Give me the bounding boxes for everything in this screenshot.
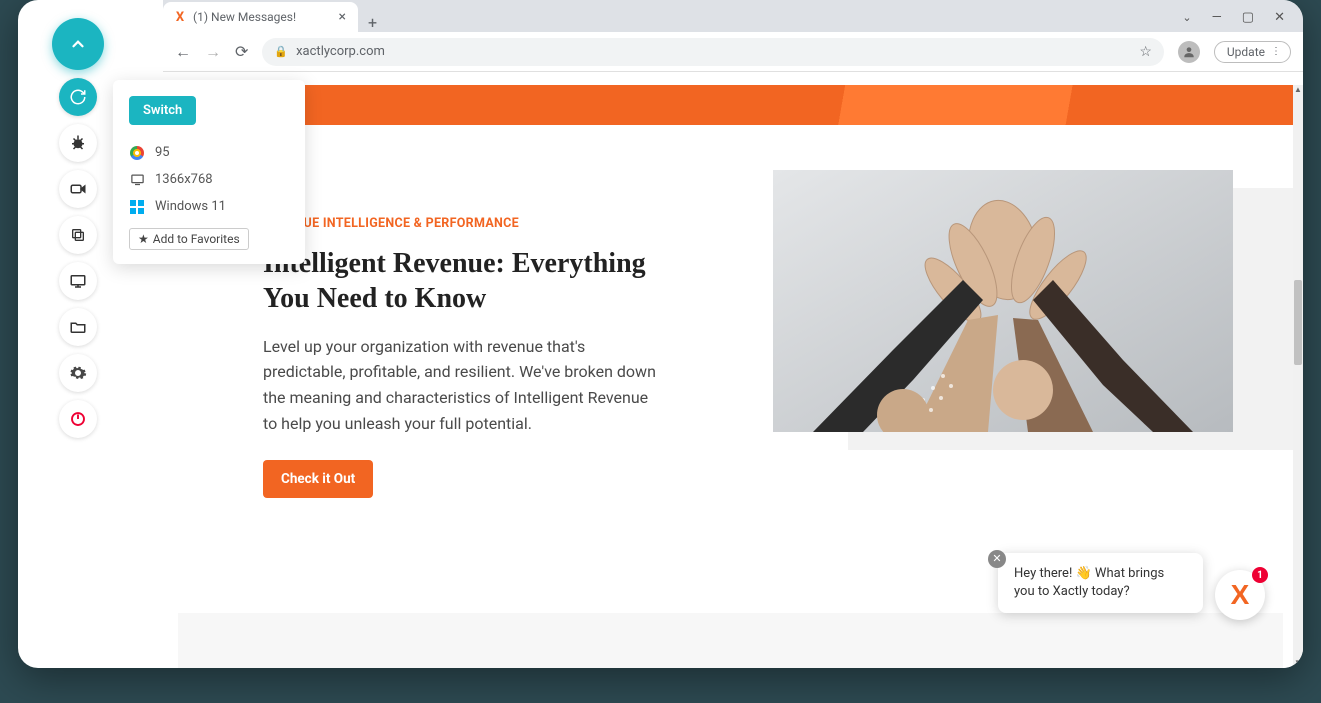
favorites-label: Add to Favorites bbox=[153, 232, 240, 246]
copy-button[interactable] bbox=[59, 216, 97, 254]
star-icon: ★ bbox=[138, 232, 149, 246]
os-row: Windows 11 bbox=[129, 193, 289, 220]
url-input[interactable]: 🔒 xactlycorp.com ☆ bbox=[262, 38, 1163, 66]
scroll-thumb[interactable] bbox=[1294, 280, 1302, 365]
cta-label: Check it Out bbox=[281, 471, 355, 487]
minimize-icon[interactable]: ― bbox=[1212, 10, 1222, 25]
content-section: REVENUE INTELLIGENCE & PERFORMANCE Intel… bbox=[163, 125, 1293, 538]
browser-viewport: REVENUE INTELLIGENCE & PERFORMANCE Intel… bbox=[163, 72, 1303, 668]
stop-session-button[interactable] bbox=[59, 400, 97, 438]
profile-avatar-icon[interactable] bbox=[1178, 41, 1200, 63]
url-text: xactlycorp.com bbox=[296, 44, 385, 59]
copy-block: REVENUE INTELLIGENCE & PERFORMANCE Intel… bbox=[263, 215, 663, 498]
webpage: REVENUE INTELLIGENCE & PERFORMANCE Intel… bbox=[163, 85, 1293, 668]
body-text: Level up your organization with revenue … bbox=[263, 334, 663, 436]
tool-sidebar bbox=[48, 18, 108, 438]
hero-banner bbox=[163, 85, 1293, 125]
tab-title: (1) New Messages! bbox=[193, 10, 337, 24]
app-frame: X (1) New Messages! × + ⌄ ― ▢ ✕ ← → ⟳ 🔒 … bbox=[18, 0, 1303, 668]
maximize-icon[interactable]: ▢ bbox=[1242, 10, 1254, 25]
chat-launcher-button[interactable]: X 1 bbox=[1215, 570, 1265, 620]
scroll-down-icon[interactable]: ▼ bbox=[1293, 658, 1303, 668]
feature-image bbox=[773, 170, 1233, 432]
update-button[interactable]: Update ⋮ bbox=[1214, 41, 1291, 63]
browser-info-row: 95 bbox=[129, 139, 289, 166]
display-button[interactable] bbox=[59, 262, 97, 300]
chat-close-icon[interactable]: ✕ bbox=[988, 550, 1006, 568]
lock-icon: 🔒 bbox=[274, 45, 288, 58]
menu-kebab-icon: ⋮ bbox=[1271, 50, 1280, 54]
scroll-up-icon[interactable]: ▲ bbox=[1293, 85, 1303, 95]
browser-tabbar: X (1) New Messages! × + ⌄ ― ▢ ✕ bbox=[163, 0, 1303, 32]
browser-addressbar: ← → ⟳ 🔒 xactlycorp.com ☆ Update ⋮ bbox=[163, 32, 1303, 72]
chrome-icon bbox=[129, 146, 145, 160]
close-window-icon[interactable]: ✕ bbox=[1274, 10, 1285, 25]
image-photo bbox=[773, 170, 1233, 432]
session-info-popover: Switch 95 1366x768 Windows 11 ★ Add to F… bbox=[113, 80, 305, 264]
monitor-icon bbox=[129, 172, 145, 187]
resolution-text: 1366x768 bbox=[155, 172, 213, 187]
switch-button[interactable]: Switch bbox=[129, 96, 196, 125]
bookmark-star-icon[interactable]: ☆ bbox=[1139, 44, 1152, 60]
tab-close-icon[interactable]: × bbox=[337, 9, 348, 25]
os-text: Windows 11 bbox=[155, 199, 226, 214]
chat-message: Hey there! 👋 What brings you to Xactly t… bbox=[1014, 566, 1164, 599]
switch-label: Switch bbox=[143, 103, 182, 118]
chat-badge: 1 bbox=[1252, 567, 1268, 583]
nav-forward-icon[interactable]: → bbox=[205, 42, 221, 62]
chat-bubble[interactable]: ✕ Hey there! 👋 What brings you to Xactly… bbox=[998, 553, 1203, 613]
browser-tab[interactable]: X (1) New Messages! × bbox=[163, 2, 358, 32]
collapse-sidebar-button[interactable] bbox=[52, 18, 104, 70]
sync-button[interactable] bbox=[59, 78, 97, 116]
settings-button[interactable] bbox=[59, 354, 97, 392]
footer-strip bbox=[178, 613, 1283, 668]
update-label: Update bbox=[1227, 45, 1265, 59]
tab-search-icon[interactable]: ⌄ bbox=[1182, 11, 1191, 24]
reload-icon[interactable]: ⟳ bbox=[235, 42, 248, 61]
window-controls: ⌄ ― ▢ ✕ bbox=[1182, 2, 1303, 32]
new-tab-button[interactable]: + bbox=[358, 13, 387, 32]
resolution-row: 1366x768 bbox=[129, 166, 289, 193]
cta-button[interactable]: Check it Out bbox=[263, 460, 373, 498]
tab-favicon-icon: X bbox=[173, 10, 187, 24]
eyebrow-text: REVENUE INTELLIGENCE & PERFORMANCE bbox=[263, 215, 663, 234]
xactly-logo-icon: X bbox=[1231, 579, 1250, 611]
nav-back-icon[interactable]: ← bbox=[175, 42, 191, 62]
windows-icon bbox=[129, 200, 145, 214]
vertical-scrollbar[interactable]: ▲ ▼ bbox=[1293, 85, 1303, 668]
bug-button[interactable] bbox=[59, 124, 97, 162]
folder-button[interactable] bbox=[59, 308, 97, 346]
record-button[interactable] bbox=[59, 170, 97, 208]
headline-text: Intelligent Revenue: Everything You Need… bbox=[263, 246, 663, 316]
browser-version: 95 bbox=[155, 145, 170, 160]
add-to-favorites-button[interactable]: ★ Add to Favorites bbox=[129, 228, 249, 250]
